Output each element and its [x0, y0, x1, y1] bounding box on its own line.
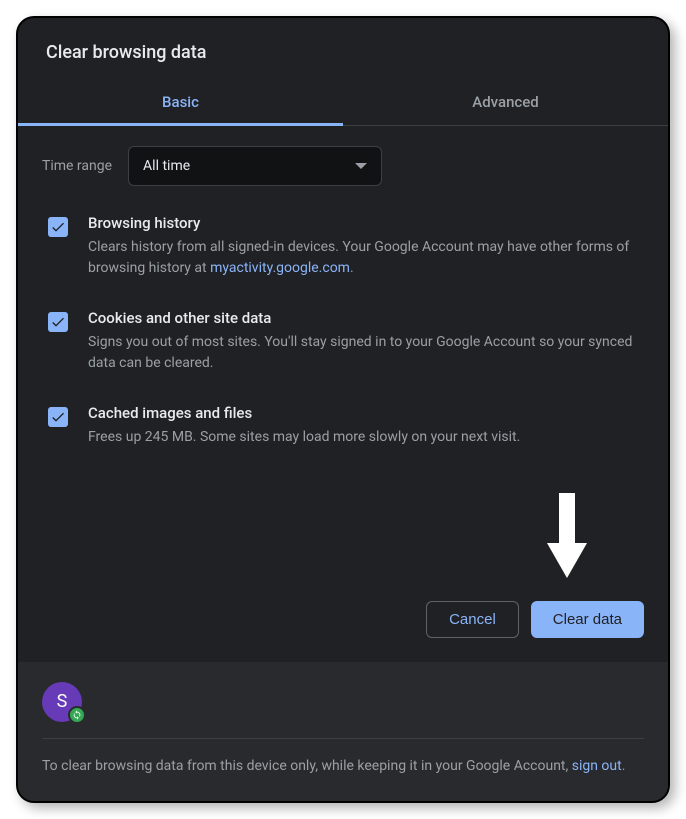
- myactivity-link[interactable]: myactivity.google.com: [210, 260, 350, 276]
- option-title: Cached images and files: [88, 404, 644, 422]
- time-range-select[interactable]: All time: [128, 146, 382, 186]
- option-desc: Frees up 245 MB. Some sites may load mor…: [88, 427, 644, 448]
- chevron-down-icon: [355, 163, 367, 169]
- checkbox-browsing-history[interactable]: [48, 217, 68, 237]
- divider: [42, 738, 644, 739]
- tab-basic[interactable]: Basic: [18, 79, 343, 125]
- avatar-row: S: [42, 682, 644, 722]
- tab-advanced-label: Advanced: [472, 93, 538, 111]
- time-range-value: All time: [143, 158, 190, 174]
- time-range-row: Time range All time: [42, 146, 644, 186]
- option-desc: Clears history from all signed-in device…: [88, 237, 644, 279]
- option-cookies: Cookies and other site data Signs you ou…: [42, 309, 644, 374]
- avatar[interactable]: S: [42, 682, 82, 722]
- dialog-buttons: Cancel Clear data: [18, 601, 668, 662]
- option-title: Browsing history: [88, 214, 644, 232]
- clear-browsing-data-dialog: Clear browsing data Basic Advanced Time …: [16, 16, 670, 803]
- footer-section: S To clear browsing data from this devic…: [18, 662, 668, 801]
- check-icon: [50, 314, 66, 330]
- option-text: Browsing history Clears history from all…: [88, 214, 644, 279]
- checkbox-cache[interactable]: [48, 407, 68, 427]
- tab-basic-label: Basic: [162, 93, 199, 111]
- dialog-title: Clear browsing data: [18, 18, 668, 79]
- option-title: Cookies and other site data: [88, 309, 644, 327]
- time-range-label: Time range: [42, 158, 112, 174]
- sync-badge-icon: [68, 706, 86, 724]
- option-text: Cached images and files Frees up 245 MB.…: [88, 404, 644, 448]
- cancel-button-label: Cancel: [449, 611, 496, 628]
- check-icon: [50, 409, 66, 425]
- footer-text-prefix: To clear browsing data from this device …: [42, 758, 572, 774]
- footer-text-suffix: .: [622, 758, 626, 774]
- option-desc: Signs you out of most sites. You'll stay…: [88, 332, 644, 374]
- option-text: Cookies and other site data Signs you ou…: [88, 309, 644, 374]
- desc-text: Clears history from all signed-in device…: [88, 239, 629, 276]
- checkbox-cookies[interactable]: [48, 312, 68, 332]
- sign-out-link[interactable]: sign out: [572, 758, 622, 774]
- option-browsing-history: Browsing history Clears history from all…: [42, 214, 644, 279]
- tab-advanced[interactable]: Advanced: [343, 79, 668, 125]
- cancel-button[interactable]: Cancel: [426, 601, 519, 638]
- arrow-down-annotation-icon: [542, 493, 592, 587]
- option-cache: Cached images and files Frees up 245 MB.…: [42, 404, 644, 448]
- clear-data-button[interactable]: Clear data: [531, 601, 644, 638]
- check-icon: [50, 219, 66, 235]
- clear-data-button-label: Clear data: [553, 611, 622, 628]
- avatar-initial: S: [57, 691, 68, 712]
- tabs: Basic Advanced: [18, 79, 668, 126]
- footer-text: To clear browsing data from this device …: [42, 755, 644, 777]
